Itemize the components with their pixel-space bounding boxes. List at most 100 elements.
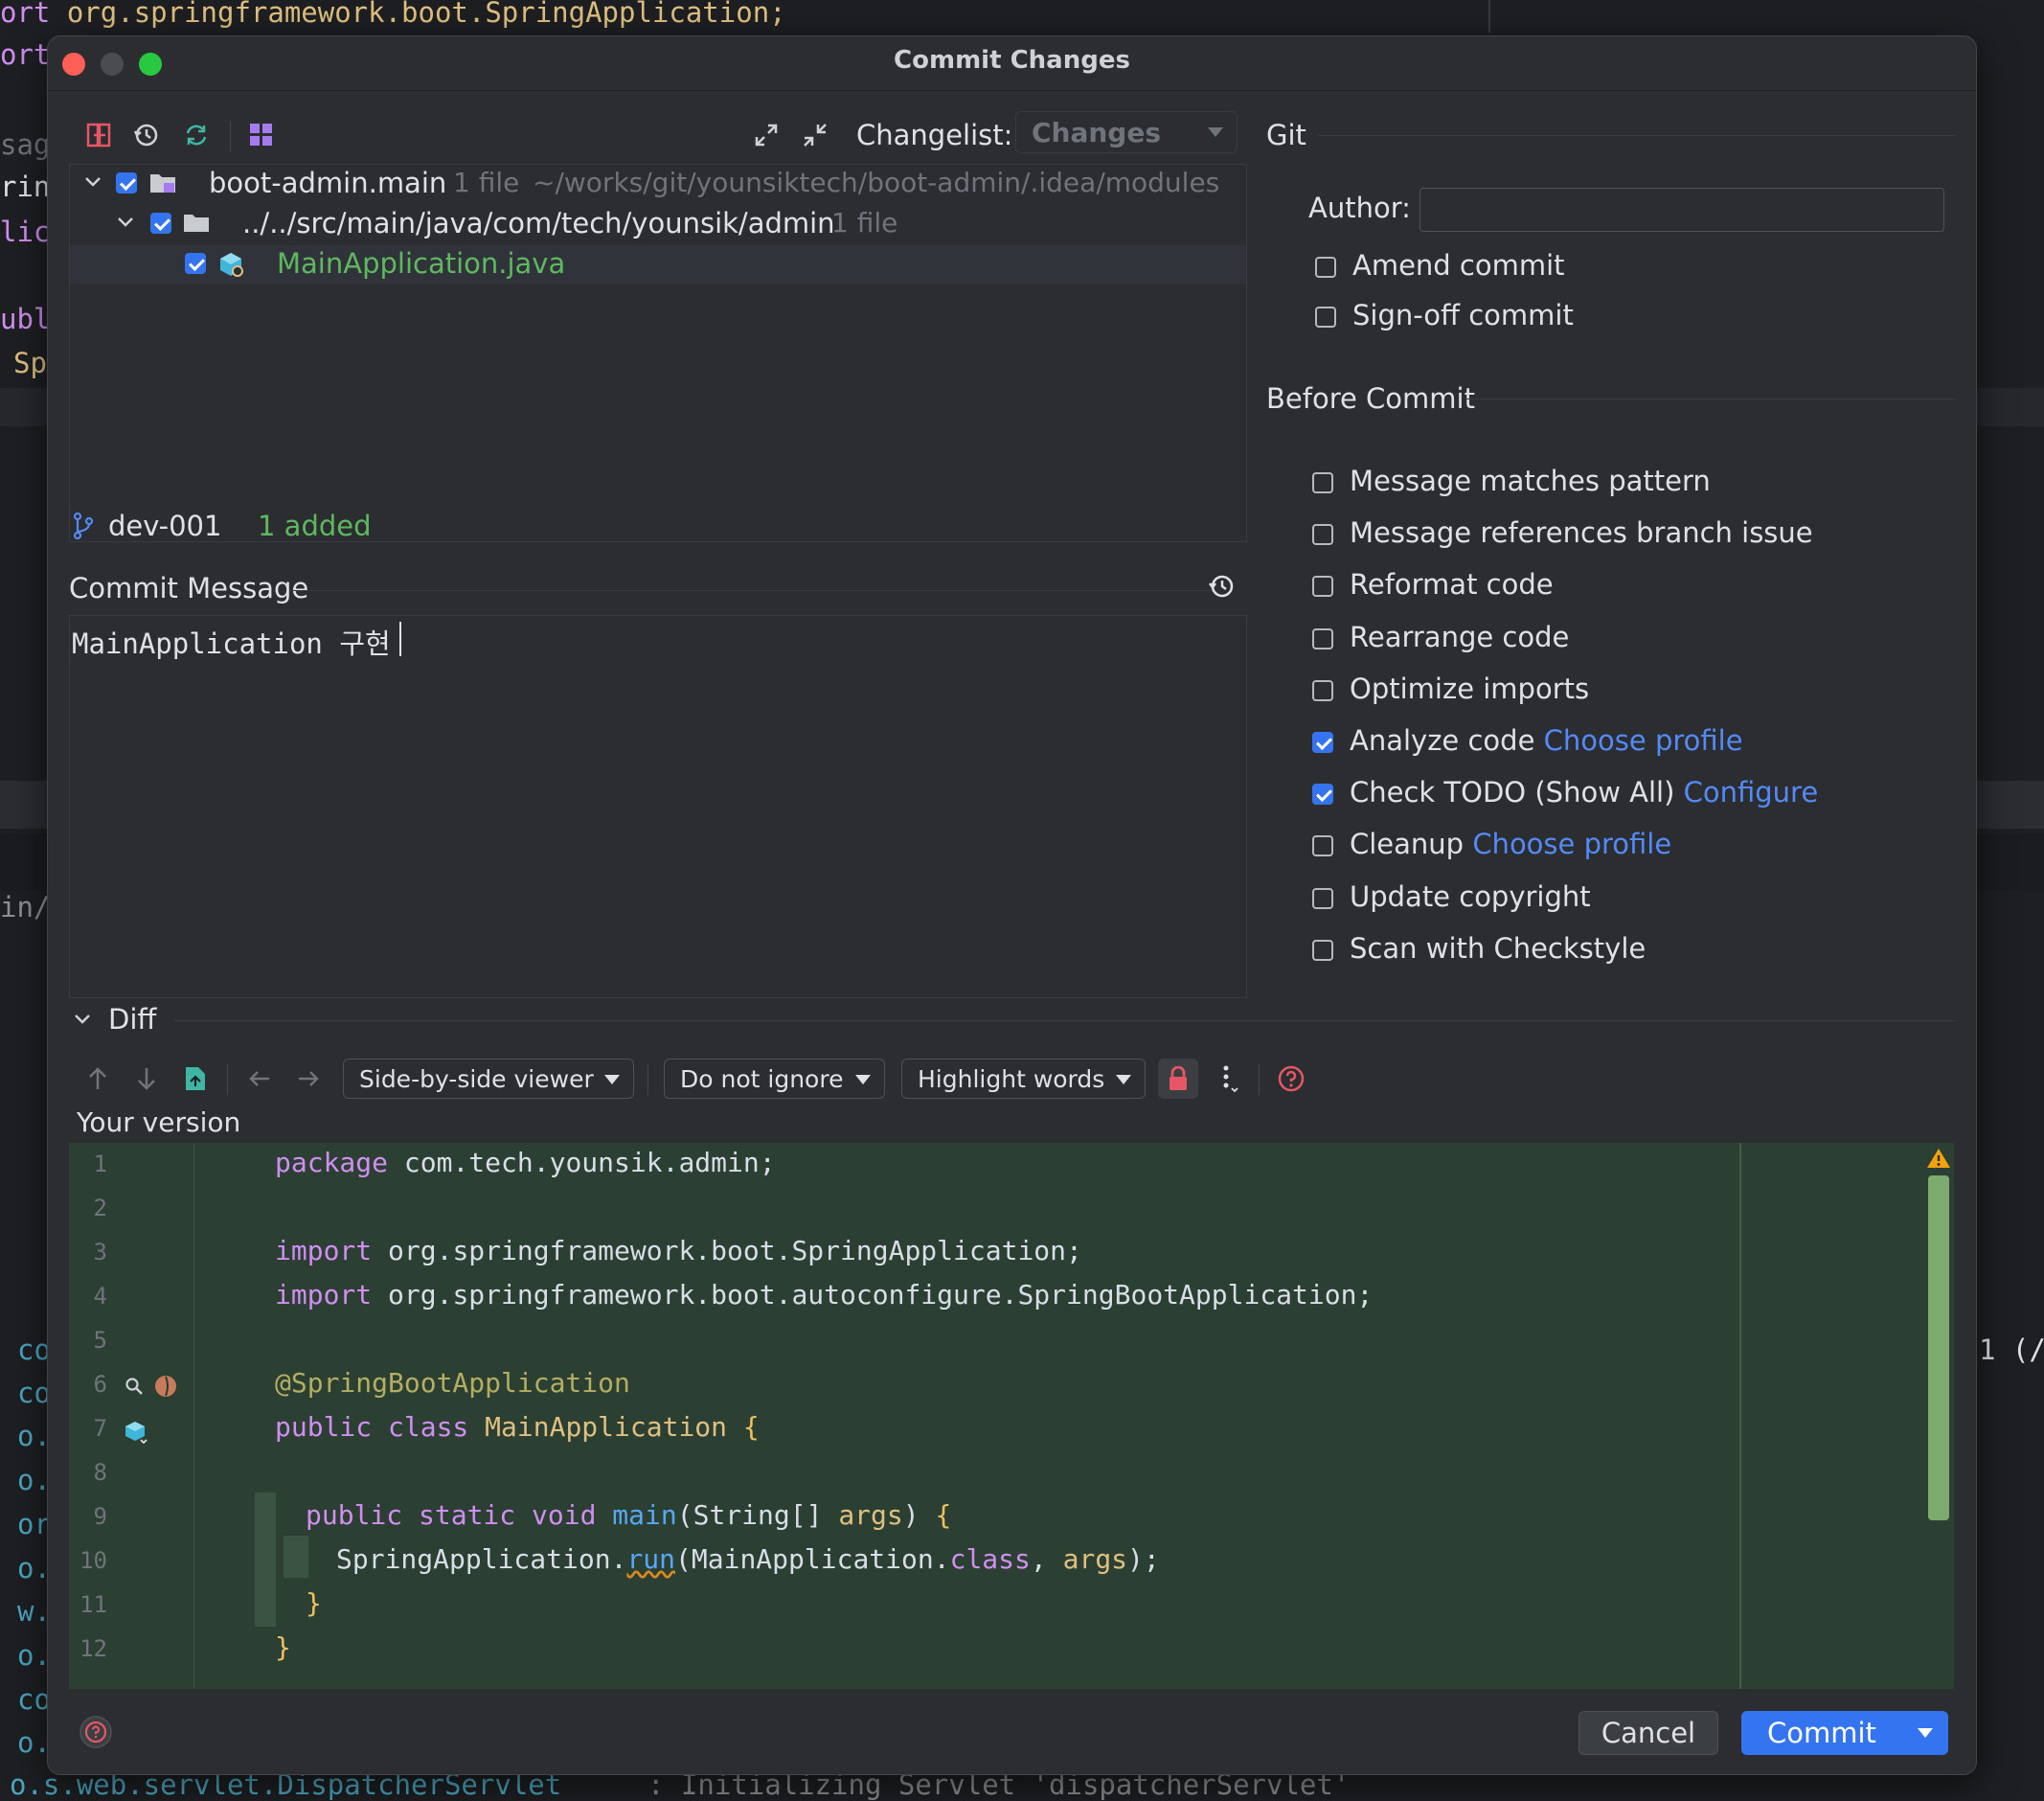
folder-checkbox[interactable] xyxy=(150,213,171,234)
branch-icon xyxy=(71,512,96,540)
lock-icon[interactable] xyxy=(1158,1059,1198,1099)
commit-options-dropdown[interactable] xyxy=(1906,1711,1948,1755)
group-by-icon[interactable] xyxy=(247,121,276,149)
author-input[interactable] xyxy=(1419,188,1944,232)
changelist-dropdown[interactable]: Changes xyxy=(1015,111,1238,153)
code-token: args xyxy=(1062,1543,1128,1575)
line-number: 7 xyxy=(93,1415,107,1442)
search-icon[interactable] xyxy=(123,1375,146,1398)
before-commit-checkbox[interactable] xyxy=(1312,940,1333,961)
viewer-mode-dropdown[interactable]: Side-by-side viewer xyxy=(343,1059,634,1099)
bg-fragment: o. xyxy=(17,1726,51,1759)
before-commit-checkbox[interactable] xyxy=(1312,576,1333,597)
signoff-commit-checkbox[interactable] xyxy=(1315,307,1336,328)
tree-row-folder[interactable]: ../../src/main/java/com/tech/younsik/adm… xyxy=(70,205,1246,243)
history-icon[interactable] xyxy=(132,121,161,149)
before-commit-label: Reformat code xyxy=(1350,568,1554,601)
tree-row-file[interactable]: MainApplication.java xyxy=(70,245,1246,284)
spring-bean-icon[interactable] xyxy=(153,1374,178,1399)
folder-count: 1 file xyxy=(831,207,898,239)
commit-changes-dialog: Commit Changes Changelist: Changes boot-… xyxy=(47,35,1977,1775)
ignore-whitespace-dropdown[interactable]: Do not ignore xyxy=(664,1059,885,1099)
before-commit-checkbox[interactable] xyxy=(1312,784,1333,805)
before-commit-label: Cleanup xyxy=(1350,828,1465,860)
cancel-button-label: Cancel xyxy=(1601,1717,1696,1749)
commit-history-icon[interactable] xyxy=(1206,571,1237,602)
ignore-whitespace-value: Do not ignore xyxy=(680,1064,844,1093)
code-token: { xyxy=(935,1499,952,1531)
arrow-right-icon[interactable] xyxy=(294,1064,323,1093)
previous-difference-icon[interactable] xyxy=(84,1064,111,1093)
run-class-icon[interactable] xyxy=(123,1419,151,1448)
cancel-button[interactable]: Cancel xyxy=(1578,1711,1718,1755)
before-commit-checkbox[interactable] xyxy=(1312,732,1333,753)
edit-source-icon[interactable] xyxy=(181,1063,210,1094)
code-line: package com.tech.younsik.admin; xyxy=(275,1147,776,1178)
bg-fragment: o. xyxy=(17,1639,51,1672)
code-line: import org.springframework.boot.SpringAp… xyxy=(275,1235,1082,1266)
line-number: 8 xyxy=(93,1459,107,1486)
next-difference-icon[interactable] xyxy=(133,1064,160,1093)
collapse-all-icon[interactable] xyxy=(801,121,829,149)
code-token: import xyxy=(275,1235,373,1266)
before-commit-checkbox[interactable] xyxy=(1312,628,1333,650)
expand-all-icon[interactable] xyxy=(752,121,781,149)
diff-editor[interactable]: 1 2 3 4 5 6 7 8 9 10 11 12 package com.tech.younsik… xyxy=(69,1143,1954,1689)
chevron-down-icon[interactable] xyxy=(71,1008,94,1031)
before-commit-checkbox[interactable] xyxy=(1312,472,1333,493)
chevron-down-icon[interactable] xyxy=(114,211,137,234)
signoff-commit-label: Sign-off commit xyxy=(1352,299,1574,331)
file-name: MainApplication.java xyxy=(277,247,566,280)
module-count: 1 file xyxy=(453,167,520,198)
rollback-icon[interactable] xyxy=(84,121,113,149)
title-bar: Commit Changes xyxy=(48,36,1976,91)
chevron-down-icon xyxy=(855,1075,871,1084)
commit-message-input[interactable]: MainApplication 구현 xyxy=(69,615,1247,998)
tree-row-module[interactable]: boot-admin.main 1 file ~/works/git/youns… xyxy=(70,165,1246,203)
code-line: @SpringBootApplication xyxy=(275,1367,630,1399)
commit-button[interactable]: Commit xyxy=(1741,1711,1948,1755)
code-token: MainApplication xyxy=(485,1411,728,1443)
refresh-icon[interactable] xyxy=(182,121,211,149)
line-number: 11 xyxy=(79,1591,107,1618)
bg-fragment: lic xyxy=(0,216,51,248)
added-count: 1 added xyxy=(258,510,372,542)
changelist-label: Changelist: xyxy=(856,119,1013,151)
before-commit-checkbox[interactable] xyxy=(1312,835,1333,856)
toolbar-separator xyxy=(227,1064,228,1095)
arrow-left-icon[interactable] xyxy=(245,1064,274,1093)
branch-name[interactable]: dev-001 xyxy=(108,510,221,542)
more-options-icon[interactable] xyxy=(1215,1061,1243,1096)
before-commit-checkbox[interactable] xyxy=(1312,524,1333,545)
before-commit-option: Analyze code Choose profile xyxy=(1350,724,1743,757)
before-commit-link[interactable]: Choose profile xyxy=(1544,724,1743,757)
java-class-icon xyxy=(216,250,245,279)
help-icon[interactable] xyxy=(78,1714,114,1750)
before-commit-checkbox[interactable] xyxy=(1312,888,1333,909)
help-icon[interactable] xyxy=(1276,1063,1306,1094)
viewer-mode-value: Side-by-side viewer xyxy=(359,1064,594,1093)
chevron-down-icon[interactable] xyxy=(81,171,104,194)
bg-keyword-line: ort xyxy=(0,38,51,71)
bg-fragment: in/ xyxy=(0,891,51,923)
code-line: public class MainApplication { xyxy=(275,1411,760,1443)
bg-fragment: co xyxy=(17,1683,51,1716)
gutter-divider xyxy=(193,1143,194,1689)
highlight-dropdown[interactable]: Highlight words xyxy=(901,1059,1146,1099)
before-commit-link[interactable]: Configure xyxy=(1684,776,1819,809)
folder-path: ../../src/main/java/com/tech/younsik/adm… xyxy=(242,207,835,239)
line-number: 9 xyxy=(93,1503,107,1530)
amend-commit-label: Amend commit xyxy=(1352,249,1565,282)
before-commit-checkbox[interactable] xyxy=(1312,680,1333,701)
bg-keyword: ort xyxy=(0,0,51,29)
code-line: public static void main(String[] args) { xyxy=(306,1499,952,1531)
before-commit-label: Rearrange code xyxy=(1350,621,1570,653)
bg-fragment: w. xyxy=(17,1595,51,1628)
amend-commit-checkbox[interactable] xyxy=(1315,257,1336,278)
module-checkbox[interactable] xyxy=(116,172,137,194)
before-commit-link[interactable]: Choose profile xyxy=(1472,828,1671,860)
warning-icon[interactable] xyxy=(1924,1145,1953,1172)
chevron-down-icon xyxy=(1918,1728,1933,1738)
bg-fragment: co xyxy=(17,1334,51,1366)
file-checkbox[interactable] xyxy=(185,253,206,274)
